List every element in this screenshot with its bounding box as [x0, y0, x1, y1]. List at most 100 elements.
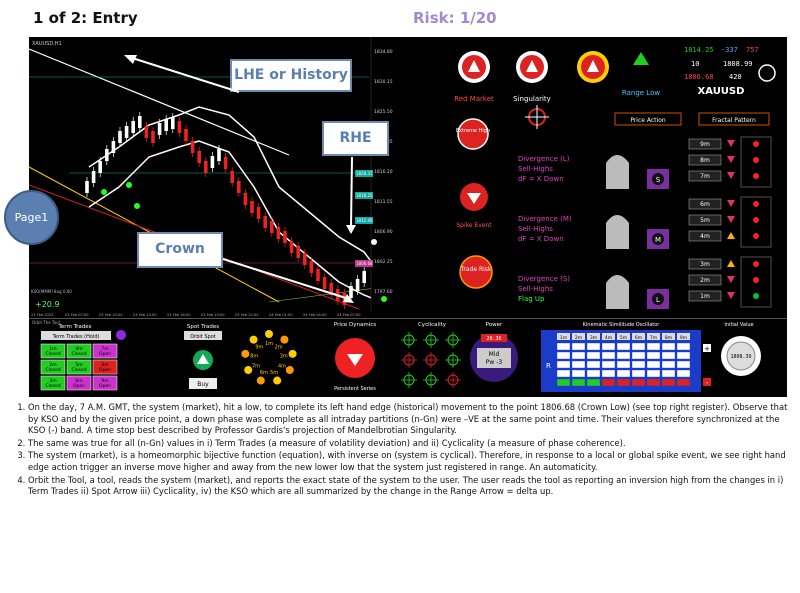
oscillator-cell — [616, 351, 631, 360]
timeframe-label: 4m — [700, 233, 710, 240]
candle-body — [98, 161, 102, 173]
timeframe-label: 8m — [700, 157, 710, 164]
candle-body — [230, 171, 234, 183]
oscillator-plus: + — [704, 345, 710, 353]
candle-body — [276, 227, 281, 239]
level-tag-label: 1812.40 — [356, 218, 373, 223]
price-action-tombstone — [606, 215, 629, 249]
time-tick: 23 Feb 16:00 — [167, 313, 191, 317]
candle-body — [237, 181, 241, 193]
signal-dot — [101, 189, 107, 195]
candle-body — [151, 131, 155, 143]
divergence-title: Divergence (L) — [518, 155, 570, 163]
price-tick: 1811.55 — [374, 199, 393, 205]
oscillator-cell — [646, 360, 661, 369]
candle-body — [342, 293, 347, 305]
cycle-node — [273, 376, 282, 385]
term-trade-cell-state: Closed — [45, 383, 60, 389]
oscillator-cell — [586, 378, 601, 387]
candle-body — [289, 241, 294, 253]
time-tick: 23 Feb 10:00 — [99, 313, 123, 317]
time-tick: 23 Feb 19:00 — [201, 313, 225, 317]
oscillator-cell — [676, 351, 691, 360]
symbol-label: XAUUSD — [698, 86, 745, 97]
status-dot — [753, 233, 759, 239]
cycle-label: 8m — [250, 353, 258, 359]
stat-3: 757 — [746, 46, 759, 54]
cycle-label: 1m — [265, 341, 273, 347]
status-dot — [753, 217, 759, 223]
fractal-letter: L — [656, 296, 660, 304]
oscillator-cell — [661, 351, 676, 360]
stat-6: 1806.68 — [684, 73, 714, 81]
candle-body — [105, 149, 109, 161]
price-tick: 1802.25 — [374, 259, 393, 265]
trading-terminal-screenshot: XAUUSD,H1 1834.801830.151825.501820.8518… — [29, 37, 787, 397]
notes-list: On the day, 7 A.M. GMT, the system (mark… — [10, 402, 790, 498]
term-trade-cell-state: Closed — [71, 351, 86, 357]
stat-4: 10 — [691, 60, 699, 68]
fractal-label: Fractal Pattern — [712, 117, 756, 124]
oscillator-cell — [586, 351, 601, 360]
term-trades-button-label: Term Trades (Hold) — [52, 334, 100, 340]
extreme-high-badge[interactable] — [457, 118, 489, 150]
singularity-badge[interactable] — [516, 51, 548, 83]
callout-lhe: LHE or History — [230, 59, 352, 92]
oscillator-cell — [601, 360, 616, 369]
status-dot — [753, 293, 759, 299]
candle-body — [210, 156, 215, 168]
oscillator-cell — [571, 378, 586, 387]
divergence-line3: dF = X Down — [518, 235, 564, 243]
oscillator-cell — [571, 360, 586, 369]
cycle-label: 2m — [275, 345, 283, 351]
cycle-node — [256, 376, 265, 385]
oscillator-cell — [586, 369, 601, 378]
callout-crown: Crown — [137, 232, 223, 268]
signal-dot — [381, 296, 387, 302]
candle-body — [217, 149, 221, 161]
candle-body — [283, 231, 287, 243]
price-tick: 1816.20 — [374, 169, 393, 175]
oscillator-cell — [676, 369, 691, 378]
timeframe-label: 2m — [700, 277, 710, 284]
divergence-line2: Sell-Highs — [518, 285, 553, 293]
status-dot — [753, 157, 759, 163]
third-badge[interactable] — [577, 51, 609, 83]
page1-nav-bubble[interactable]: Page1 — [4, 190, 59, 245]
fractal-letter: S — [656, 176, 661, 184]
candle-body — [362, 271, 366, 283]
price-action-label: Price Action — [630, 117, 666, 124]
cycle-node — [285, 366, 294, 374]
oscillator-cell — [601, 342, 616, 351]
red-market-badge[interactable] — [458, 51, 490, 83]
oscillator-cell — [676, 342, 691, 351]
time-tick: 23 Feb 2023 — [31, 313, 53, 317]
time-tick: 24 Feb 04:00 — [303, 313, 327, 317]
cycle-label: 5m — [270, 370, 278, 376]
oscillator-cell — [631, 351, 646, 360]
signal-dot — [126, 182, 132, 188]
status-dot — [753, 141, 759, 147]
oscillator-r: R — [546, 362, 551, 370]
status-dot — [753, 261, 759, 267]
cyclicality-title: Cyclicality — [418, 322, 447, 328]
term-trades-grid: 1mClosed4mClosed7mOpen2mClosed5mClosed8m… — [40, 343, 118, 391]
oscillator-cell — [556, 360, 571, 369]
oscillator-col: 8m — [665, 335, 672, 341]
candle-body — [111, 141, 116, 153]
note-item: The system (market), is a homeomorphic b… — [28, 450, 790, 473]
extreme-high-label: Extreme High — [456, 128, 490, 134]
oscillator-cell — [661, 378, 676, 387]
oscillator-col: 1m — [560, 335, 567, 341]
candle-body — [349, 286, 353, 298]
candle-body — [118, 131, 122, 143]
candle-body — [144, 126, 149, 138]
cycle-node — [249, 335, 258, 344]
oscillator-cell — [661, 369, 676, 378]
indicator-graphics: Red Market Singularity Range Low 1814.25 — [401, 37, 787, 317]
initial-value: 1808.39 — [730, 354, 751, 360]
oscillator-cell — [676, 360, 691, 369]
divergence-line3: dF = X Down — [518, 175, 564, 183]
stat-2: -337 — [721, 46, 738, 54]
price-tick: 1830.15 — [374, 79, 393, 85]
